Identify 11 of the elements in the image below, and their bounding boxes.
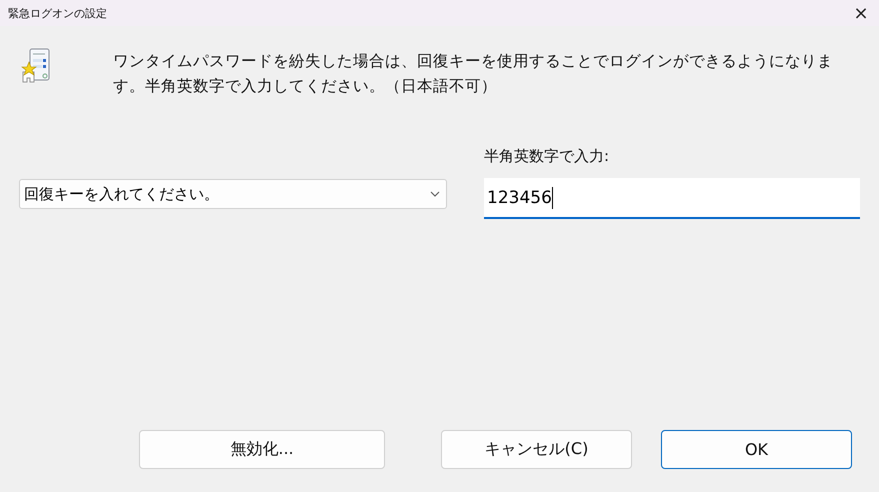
input-field[interactable]: 123456 <box>484 178 860 219</box>
dialog-button[interactable]: 無効化... <box>139 430 385 469</box>
recovery-key-dropdown[interactable]: 回復キーを入れてください。 <box>19 179 447 209</box>
document-star-icon <box>19 48 51 84</box>
chevron-down-icon <box>430 191 440 197</box>
window-title: 緊急ログオンの設定 <box>8 6 107 20</box>
instruction-text: ワンタイムパスワードを紛失した場合は、回復キーを使用することでログインができるようになります。半角英数字で入力してください。（日本語不可） <box>113 51 834 97</box>
input-label: 半角英数字で入力: <box>484 147 610 166</box>
close-button[interactable]: × <box>843 0 879 26</box>
dialog-button[interactable]: キャンセル(C) <box>441 430 632 469</box>
dialog-button[interactable]: OK <box>661 430 852 469</box>
